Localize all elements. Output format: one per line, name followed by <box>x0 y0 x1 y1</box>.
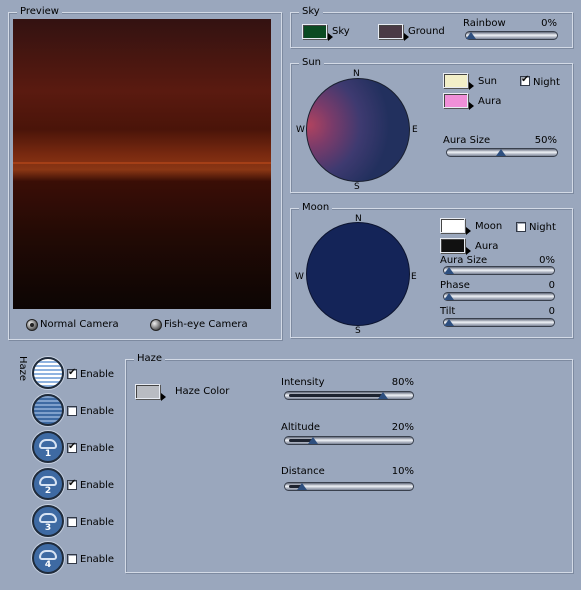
moon-compass-s: S <box>355 326 361 336</box>
haze-layer-icon[interactable]: 3 <box>32 505 64 537</box>
preview-horizon-glow <box>13 162 271 164</box>
haze-altitude-value: 20% <box>391 422 414 433</box>
moon-night-label: Night <box>529 222 556 233</box>
sun-compass-e: E <box>412 125 418 135</box>
sun-compass-s: S <box>354 182 360 192</box>
haze-color-swatch[interactable] <box>135 384 166 401</box>
moon-tilt-slider[interactable] <box>443 318 555 327</box>
fisheye-camera-radio[interactable] <box>150 319 162 331</box>
moon-compass-e: E <box>411 272 417 282</box>
haze-layer-enable-checkbox[interactable] <box>67 478 77 490</box>
sun-aura-size-label: Aura Size <box>443 135 491 146</box>
moon-aura-color-label: Aura <box>475 241 499 252</box>
moon-tilt-label: Tilt <box>440 306 456 317</box>
haze-layer-icon[interactable]: 1 <box>32 431 64 463</box>
haze-layer-number: 4 <box>44 560 52 570</box>
haze-layer-icon[interactable]: 4 <box>32 542 64 574</box>
sun-night-checkbox[interactable] <box>520 74 530 86</box>
haze-intensity-label: Intensity <box>281 377 325 388</box>
haze-layer-enable-checkbox[interactable] <box>67 441 77 453</box>
moon-phase-slider[interactable] <box>443 292 555 301</box>
haze-layer-number: 2 <box>44 486 52 496</box>
haze-layer-number: 1 <box>44 449 52 459</box>
cloud-icon <box>39 513 57 523</box>
moon-color-label: Moon <box>475 221 503 232</box>
sun-aura-size-slider[interactable] <box>446 148 558 157</box>
sky-legend: Sky <box>299 6 323 18</box>
sun-aura-color-label: Aura <box>478 96 502 107</box>
rainbow-label: Rainbow <box>463 18 506 29</box>
ground-color-swatch[interactable] <box>378 24 409 41</box>
sun-compass-n: N <box>353 69 360 79</box>
preview-canvas[interactable] <box>13 19 271 309</box>
haze-layer-icon[interactable] <box>32 394 64 426</box>
haze-layer-enable-label: Enable <box>80 443 115 454</box>
haze-layer-number: 3 <box>44 523 52 533</box>
moon-legend: Moon <box>299 202 333 214</box>
cloud-icon <box>39 439 57 449</box>
moon-tilt-value: 0 <box>548 306 555 317</box>
preview-legend: Preview <box>17 6 62 18</box>
sun-aura-size-slider-thumb[interactable] <box>496 149 506 156</box>
moon-position-dial[interactable] <box>306 222 410 326</box>
moon-aura-color-swatch[interactable] <box>440 238 471 255</box>
sun-aura-size-value: 50% <box>534 135 557 146</box>
haze-layer-enable-checkbox[interactable] <box>67 406 77 416</box>
haze-layer-enable-label: Enable <box>80 406 115 417</box>
moon-phase-slider-thumb[interactable] <box>444 293 454 300</box>
sun-compass-w: W <box>296 125 305 135</box>
haze-intensity-value: 80% <box>391 377 414 388</box>
haze-distance-value: 10% <box>391 466 414 477</box>
moon-phase-value: 0 <box>548 280 555 291</box>
sun-night-label: Night <box>533 77 560 88</box>
moon-color-swatch[interactable] <box>440 218 471 235</box>
sun-color-swatch[interactable] <box>443 73 474 90</box>
haze-intensity-fill <box>289 394 383 397</box>
haze-intensity-slider-thumb[interactable] <box>377 392 388 399</box>
moon-night-checkbox[interactable] <box>516 222 526 232</box>
moon-aura-size-slider-thumb[interactable] <box>444 267 454 274</box>
haze-color-label: Haze Color <box>175 386 230 397</box>
sun-color-label: Sun <box>478 76 498 87</box>
haze-layer-enable-label: Enable <box>80 369 115 380</box>
moon-compass-n: N <box>355 214 362 224</box>
sky-color-label: Sky <box>332 26 350 37</box>
moon-phase-label: Phase <box>440 280 470 291</box>
moon-tilt-slider-thumb[interactable] <box>444 319 454 326</box>
moon-aura-size-slider[interactable] <box>443 266 555 275</box>
haze-layer-enable-label: Enable <box>80 517 115 528</box>
haze-distance-slider[interactable] <box>284 482 414 491</box>
fisheye-camera-label[interactable]: Fish-eye Camera <box>164 319 248 331</box>
haze-layer-enable-label: Enable <box>80 554 115 565</box>
haze-altitude-label: Altitude <box>281 422 321 433</box>
haze-layer-enable-label: Enable <box>80 480 115 491</box>
ground-color-label: Ground <box>408 26 445 37</box>
sun-aura-color-swatch[interactable] <box>443 93 474 110</box>
haze-layer-enable-checkbox[interactable] <box>67 367 77 379</box>
haze-layer-enable-checkbox[interactable] <box>67 554 77 564</box>
haze-distance-label: Distance <box>281 466 325 477</box>
haze-legend: Haze <box>134 353 166 365</box>
normal-camera-label[interactable]: Normal Camera <box>40 319 119 331</box>
haze-layer-icon[interactable]: 2 <box>32 468 64 500</box>
haze-intensity-slider[interactable] <box>284 391 414 400</box>
rainbow-slider-thumb[interactable] <box>466 32 476 39</box>
sun-position-dial[interactable] <box>306 78 410 182</box>
haze-layer-icon[interactable] <box>32 357 64 389</box>
rainbow-slider[interactable] <box>465 31 558 40</box>
cloud-icon <box>39 476 57 486</box>
rainbow-value: 0% <box>541 18 557 29</box>
sun-legend: Sun <box>299 57 325 69</box>
haze-layer-enable-checkbox[interactable] <box>67 517 77 527</box>
haze-distance-slider-thumb[interactable] <box>296 483 307 490</box>
sky-color-swatch[interactable] <box>302 24 333 41</box>
moon-compass-w: W <box>295 272 304 282</box>
haze-altitude-slider[interactable] <box>284 436 414 445</box>
cloud-icon <box>39 550 57 560</box>
haze-altitude-slider-thumb[interactable] <box>308 437 319 444</box>
haze-side-label: Haze <box>17 356 28 382</box>
normal-camera-radio[interactable] <box>26 319 38 331</box>
